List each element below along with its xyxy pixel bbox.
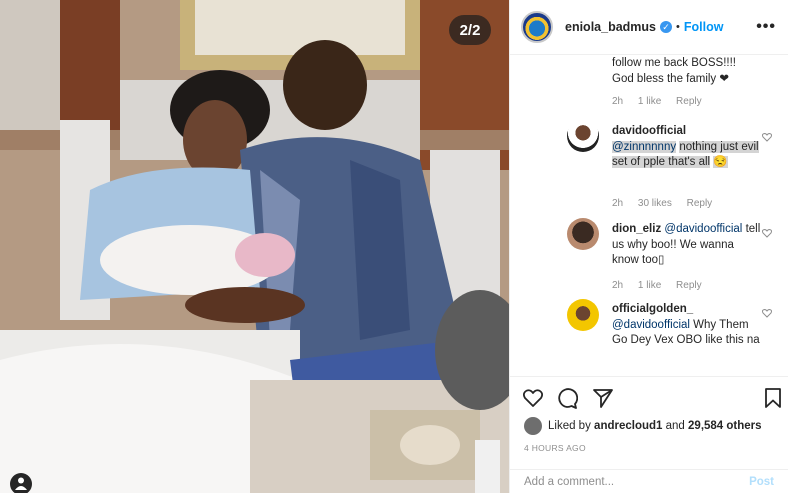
commenter-avatar[interactable] [567, 120, 599, 152]
bookmark-icon[interactable] [763, 387, 783, 412]
add-comment-input[interactable] [524, 476, 750, 488]
comment-item: officialgolden_ @davidoofficial Why Them… [612, 302, 762, 349]
likes-prefix: Liked by [548, 420, 591, 432]
comment-text-line: follow me back BOSS!!!! [612, 57, 736, 69]
post-timestamp[interactable]: 4 HOURS AGO [524, 443, 586, 453]
comment-item: dion_eliz @davidoofficial tell us why bo… [612, 222, 762, 269]
post-header: eniola_badmus ✓ • Follow ••• [510, 0, 788, 55]
comment-username[interactable]: dion_eliz [612, 223, 661, 235]
add-comment-bar: Post [510, 469, 788, 493]
comment-likes[interactable]: 30 likes [638, 198, 672, 209]
comment-like-heart-icon[interactable] [762, 228, 772, 238]
post-sidebar: eniola_badmus ✓ • Follow ••• follow me b… [509, 0, 788, 493]
follow-button[interactable]: Follow [684, 20, 724, 34]
comment-time: 2h [612, 198, 624, 209]
comment-meta: 2h 1 like Reply [612, 280, 714, 291]
comment-reply-button[interactable]: Reply [676, 280, 702, 291]
header-separator: • [676, 21, 680, 33]
verified-badge-icon: ✓ [660, 21, 672, 33]
liker-avatar[interactable] [524, 417, 542, 435]
comment-reply-button[interactable]: Reply [687, 198, 713, 209]
comment-mention[interactable]: @davidoofficial [664, 223, 742, 235]
comment-like-heart-icon[interactable] [762, 308, 772, 318]
liker-username[interactable]: andrecloud1 [594, 420, 662, 432]
commenter-avatar[interactable] [567, 299, 599, 331]
post-comment-button[interactable]: Post [749, 476, 774, 488]
action-bar [522, 387, 784, 411]
comment-mention[interactable]: @zinnnnnny [612, 140, 677, 153]
author-avatar[interactable] [521, 11, 553, 43]
comment-likes[interactable]: 1 like [638, 280, 661, 291]
comment-meta: 2h 1 like Reply [612, 96, 714, 107]
comment-item: davidoofficial @zinnnnnny nothing just e… [612, 124, 762, 171]
comment-bubble-icon[interactable] [556, 387, 579, 412]
person-tag-icon[interactable] [10, 473, 32, 493]
post-image [0, 0, 509, 493]
photo-counter: 2/2 [449, 15, 491, 45]
share-send-icon[interactable] [592, 387, 614, 412]
comment-emoji: 😒 [713, 156, 728, 168]
comment-time: 2h [612, 280, 624, 291]
more-options-icon[interactable]: ••• [756, 18, 776, 36]
commenter-avatar[interactable] [567, 218, 599, 250]
likes-count[interactable]: 29,584 others [688, 420, 762, 432]
comment-meta: 2h 30 likes Reply [612, 198, 724, 209]
likes-and: and [665, 420, 685, 432]
comment-reply-button[interactable]: Reply [676, 96, 702, 107]
comment-likes[interactable]: 1 like [638, 96, 661, 107]
comment-time: 2h [612, 96, 624, 107]
likes-summary: Liked by andrecloud1 and 29,584 others [524, 417, 762, 435]
comment-username[interactable]: officialgolden_ [612, 303, 693, 315]
comment-like-heart-icon[interactable] [762, 132, 772, 142]
comment-mention[interactable]: @davidoofficial [612, 319, 690, 331]
comment-text-line: God bless the family ❤︎ [612, 72, 730, 85]
like-heart-icon[interactable] [522, 387, 544, 412]
comments-list[interactable]: follow me back BOSS!!!! God bless the fa… [510, 56, 788, 376]
post-photo[interactable]: 2/2 [0, 0, 509, 493]
comment-item: follow me back BOSS!!!! God bless the fa… [612, 56, 772, 87]
comment-username[interactable]: davidoofficial [612, 125, 686, 137]
author-username[interactable]: eniola_badmus [565, 20, 656, 34]
post-actions: Liked by andrecloud1 and 29,584 others 4… [510, 376, 788, 493]
